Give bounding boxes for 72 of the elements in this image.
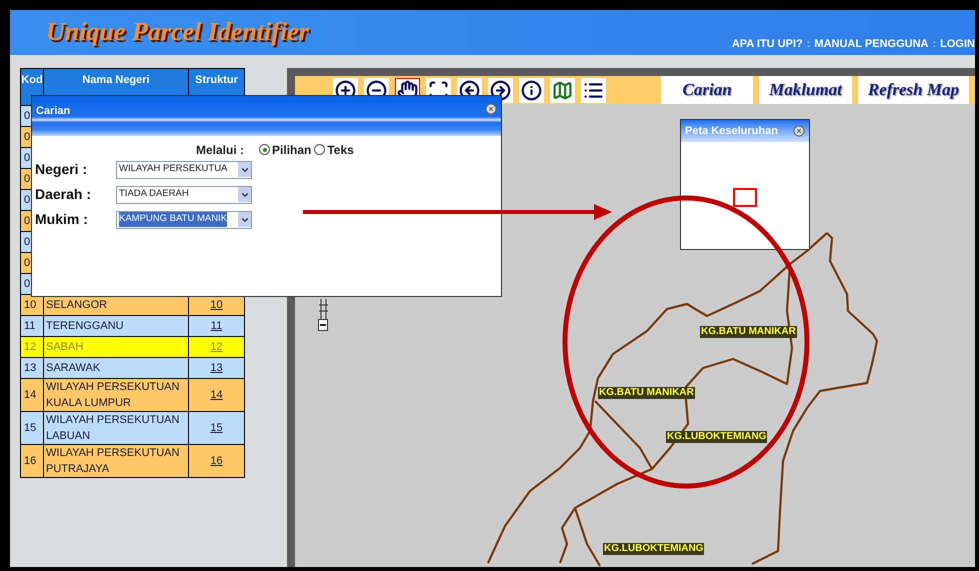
extent-rectangle [733, 188, 757, 207]
field-label: Mukim : [35, 210, 89, 229]
zoom-scale-icon [318, 299, 328, 319]
toolbar-button[interactable]: Maklumat [759, 76, 852, 104]
tool-button[interactable] [581, 78, 606, 102]
place-label: KG.LUBOKTEMIANG [603, 543, 704, 555]
code-link[interactable]: 15 [210, 422, 223, 434]
table-cell: 0 [24, 214, 30, 227]
field-value: KAMPUNG BATU MANIK [119, 212, 228, 227]
place-label: KG.BATU MANIKAR [700, 326, 797, 338]
dialog-title: Carian [36, 104, 70, 119]
radio-button[interactable] [314, 144, 326, 155]
place-label: KG.LUBOKTEMIANG [666, 431, 768, 443]
panel-title: Peta Keseluruhan [685, 124, 778, 139]
table-cell: WILAYAH PERSEKUTUAN PUTRAJAYA [46, 447, 180, 475]
field-value: WILAYAH PERSEKUTUA [119, 162, 228, 176]
toolbar-button[interactable]: Refresh Map [858, 76, 969, 104]
table-cell: 11 [24, 320, 36, 332]
table-cell: 15 [24, 422, 36, 434]
table-row[interactable]: 13 SARAWAK 13 [20, 358, 244, 378]
table-cell: 0 [24, 236, 30, 248]
field-value: TIADA DAERAH [119, 187, 189, 202]
table-cell: 0 [24, 278, 30, 290]
table-cell: 0 [24, 152, 30, 164]
table-cell: SARAWAK [46, 362, 100, 374]
header-link[interactable]: LOGIN [940, 36, 975, 52]
code-link[interactable]: 16 [210, 454, 223, 467]
toolbar-button[interactable]: Carian [661, 76, 754, 104]
column-header: Nama Negeri [82, 74, 150, 86]
place-label: KG.BATU MANIKAR [598, 387, 695, 399]
column-header: Struktur [195, 74, 238, 86]
table-cell: TERENGGANU [46, 320, 124, 332]
info-icon [521, 80, 542, 100]
dropdown-field[interactable]: KAMPUNG BATU MANIK [116, 210, 252, 228]
table-cell: 14 [24, 388, 36, 401]
code-link[interactable]: 13 [210, 362, 223, 374]
separator: : [806, 36, 810, 52]
minus-icon [320, 324, 326, 326]
table-cell: 12 [24, 340, 36, 353]
table-cell: 0 [24, 130, 30, 143]
radio-option[interactable]: Teks [314, 140, 354, 158]
column-header: Kod [21, 74, 43, 86]
code-link[interactable]: 10 [210, 298, 223, 311]
table-cell: 0 [24, 256, 30, 269]
field-label: Daerah : [35, 185, 92, 204]
table-cell: 0 [24, 172, 30, 185]
field-label: Negeri : [35, 160, 88, 179]
close-icon[interactable] [793, 125, 805, 137]
table-cell: SELANGOR [46, 299, 108, 311]
radio-button[interactable] [259, 144, 270, 155]
zoom-out-button[interactable] [318, 319, 328, 331]
table-cell: WILAYAH PERSEKUTUAN KUALA LUMPUR [46, 381, 180, 409]
close-icon[interactable] [485, 103, 497, 115]
table-cell: 13 [24, 362, 36, 374]
map-icon [552, 80, 573, 100]
table-cell: WILAYAH PERSEKUTUAN LABUAN [46, 414, 180, 442]
dropdown-field[interactable]: WILAYAH PERSEKUTUA [116, 160, 252, 178]
table-cell: 0 [24, 194, 30, 206]
via-label: Melalui : [196, 142, 244, 158]
header-link[interactable]: MANUAL PENGGUNA [814, 36, 928, 52]
table-row[interactable]: 11 TERENGGANU 11 [20, 316, 244, 336]
dropdown-field[interactable]: TIADA DAERAH [116, 186, 252, 204]
code-link[interactable]: 14 [210, 388, 223, 401]
table-cell: 16 [24, 454, 36, 467]
table-cell: SABAH [46, 341, 84, 353]
table-cell: 10 [24, 298, 36, 311]
header-link[interactable]: APA ITU UPI? [732, 36, 803, 52]
code-link[interactable]: 11 [210, 320, 222, 332]
site-title: Unique Parcel Identifier [46, 18, 309, 44]
separator: : [932, 36, 936, 52]
table-cell: 0 [24, 110, 30, 122]
tool-button[interactable] [519, 78, 544, 102]
